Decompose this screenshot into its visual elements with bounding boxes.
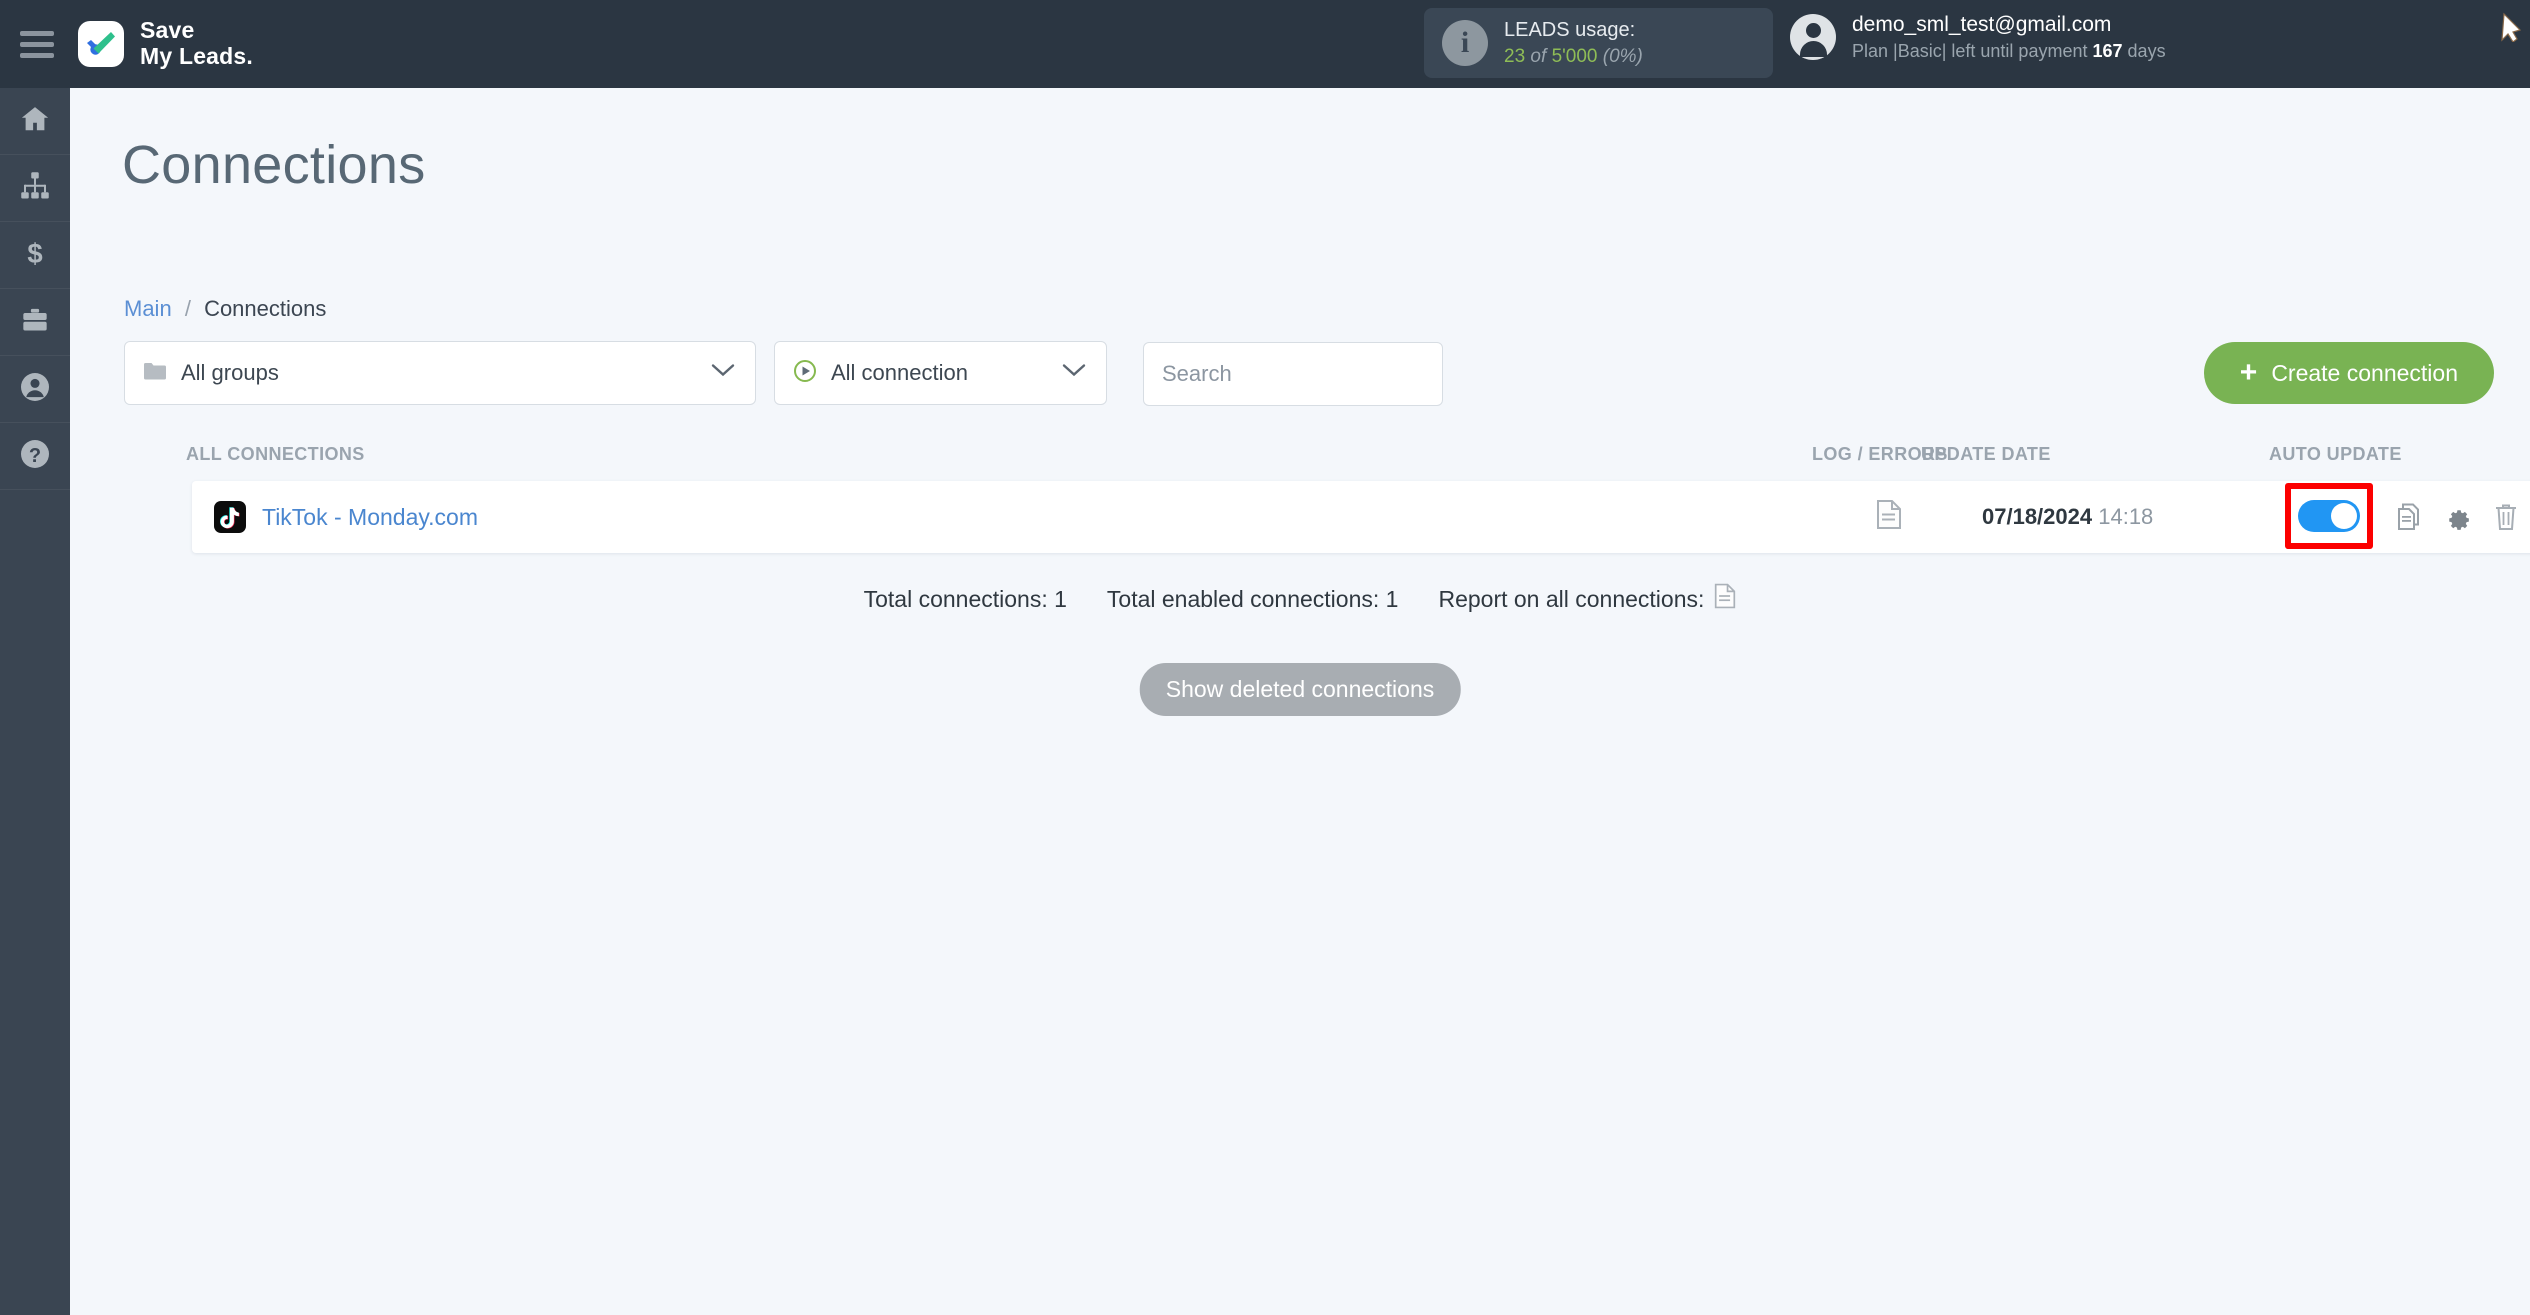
hamburger-bar <box>20 30 54 36</box>
account-email: demo_sml_test@gmail.com <box>1852 13 2112 36</box>
logo-text: Save My Leads. <box>140 17 254 70</box>
sidebar-item-help[interactable]: ? <box>0 423 70 490</box>
leads-usage-widget[interactable]: i LEADS usage: 23 of 5'000 (0%) <box>1424 8 1773 78</box>
table-header: ALL CONNECTIONS LOG / ERRORS UPDATE DATE… <box>124 436 2494 476</box>
top-header-bar: Save My Leads. i LEADS usage: 23 of 5'00… <box>0 0 2530 88</box>
svg-text:?: ? <box>29 445 41 467</box>
show-deleted-connections-button[interactable]: Show deleted connections <box>1139 663 1461 716</box>
leads-usage-values: 23 of 5'000 (0%) <box>1504 44 1643 70</box>
breadcrumb-main-link[interactable]: Main <box>124 296 172 321</box>
chevron-down-icon <box>711 364 735 383</box>
row-update-date: 07/18/2024 14:18 <box>1982 504 2153 530</box>
totals-row: Total connections: 1 Total enabled conne… <box>70 583 2530 615</box>
briefcase-icon <box>19 306 51 339</box>
groups-filter-dropdown[interactable]: All groups <box>124 341 756 405</box>
sidebar-item-services[interactable] <box>0 289 70 356</box>
copy-icon[interactable] <box>2396 503 2422 531</box>
row-log-icon[interactable] <box>1876 500 1902 535</box>
connection-name-cell: TikTok - Monday.com <box>214 501 478 533</box>
hamburger-icon[interactable] <box>20 30 54 58</box>
total-enabled-connections: Total enabled connections: 1 <box>1106 585 1399 612</box>
sitemap-icon <box>19 171 51 206</box>
info-icon: i <box>1442 20 1488 66</box>
connection-filter-dropdown[interactable]: All connection <box>774 341 1107 405</box>
account-days-suffix: days <box>2127 41 2166 62</box>
logo-line-1: Save <box>140 17 195 44</box>
chevron-down-icon <box>1062 364 1086 383</box>
plus-icon: + <box>2239 356 2258 389</box>
auto-update-toggle[interactable] <box>2298 500 2360 532</box>
mouse-cursor <box>2501 12 2522 42</box>
report-document-icon[interactable] <box>1714 583 1736 615</box>
logo-line-2: My Leads. <box>140 43 254 69</box>
leads-percent: (0%) <box>1602 45 1643 67</box>
filter-bar: All groups All connection <box>124 340 1443 406</box>
leads-limit: 5'000 <box>1551 45 1598 67</box>
table-row[interactable]: TikTok - Monday.com 07/18/2024 14:18 <box>192 481 2530 553</box>
toggle-knob <box>2331 503 2357 529</box>
row-action-buttons <box>2396 503 2518 531</box>
account-plan: Plan |Basic| left until payment 167 days <box>1852 39 2166 64</box>
play-circle-icon <box>793 359 817 388</box>
folder-icon <box>143 361 167 386</box>
breadcrumb-current: Connections <box>204 296 327 321</box>
user-avatar-icon <box>1790 14 1836 61</box>
column-header-update-date: UPDATE DATE <box>1921 444 2051 464</box>
svg-text:$: $ <box>27 238 42 269</box>
create-connection-label: Create connection <box>2271 359 2458 386</box>
hamburger-bar <box>20 41 54 47</box>
account-widget[interactable]: demo_sml_test@gmail.com Plan |Basic| lef… <box>1790 10 2166 65</box>
tiktok-icon <box>214 501 246 533</box>
row-date-value: 07/18/2024 <box>1982 504 2093 529</box>
sidebar-item-connections[interactable] <box>0 155 70 222</box>
row-time-value: 14:18 <box>2098 504 2154 529</box>
leads-of: of <box>1530 45 1547 67</box>
report-on-all-connections: Report on all connections: <box>1438 583 1736 615</box>
groups-filter-label: All groups <box>181 360 279 385</box>
auto-update-highlight-box <box>2285 483 2373 549</box>
trash-icon[interactable] <box>2494 503 2518 531</box>
question-circle-icon: ? <box>19 438 51 475</box>
report-label: Report on all connections: <box>1438 585 1705 612</box>
account-plan-prefix: Plan |Basic| left until payment <box>1852 41 2088 62</box>
column-header-auto-update: AUTO UPDATE <box>2269 444 2402 464</box>
search-input[interactable] <box>1143 342 1443 406</box>
app-logo[interactable]: Save My Leads. <box>78 17 254 70</box>
checkmark-logo-icon <box>78 21 124 67</box>
leads-used: 23 <box>1504 45 1526 67</box>
connection-name-link[interactable]: TikTok - Monday.com <box>262 504 478 531</box>
sidebar-item-home[interactable] <box>0 88 70 155</box>
create-connection-button[interactable]: + Create connection <box>2203 342 2494 404</box>
home-icon <box>18 104 52 139</box>
gear-icon[interactable] <box>2444 503 2472 531</box>
leads-usage-title: LEADS usage: <box>1504 18 1636 41</box>
breadcrumb-separator: / <box>184 296 191 321</box>
user-icon <box>19 371 51 408</box>
column-header-connections: ALL CONNECTIONS <box>186 444 365 464</box>
dollar-icon: $ <box>20 237 50 274</box>
sidebar-item-billing[interactable]: $ <box>0 222 70 289</box>
breadcrumb: Main / Connections <box>124 296 326 322</box>
total-connections: Total connections: 1 <box>863 585 1067 612</box>
connection-filter-label: All connection <box>831 360 968 385</box>
hamburger-bar <box>20 52 54 58</box>
left-sidebar: $ ? <box>0 88 70 1315</box>
main-content: Connections Main / Connections All group… <box>70 88 2530 1315</box>
account-days-value: 167 <box>2092 41 2123 62</box>
page-title: Connections <box>122 135 426 195</box>
sidebar-item-profile[interactable] <box>0 356 70 423</box>
